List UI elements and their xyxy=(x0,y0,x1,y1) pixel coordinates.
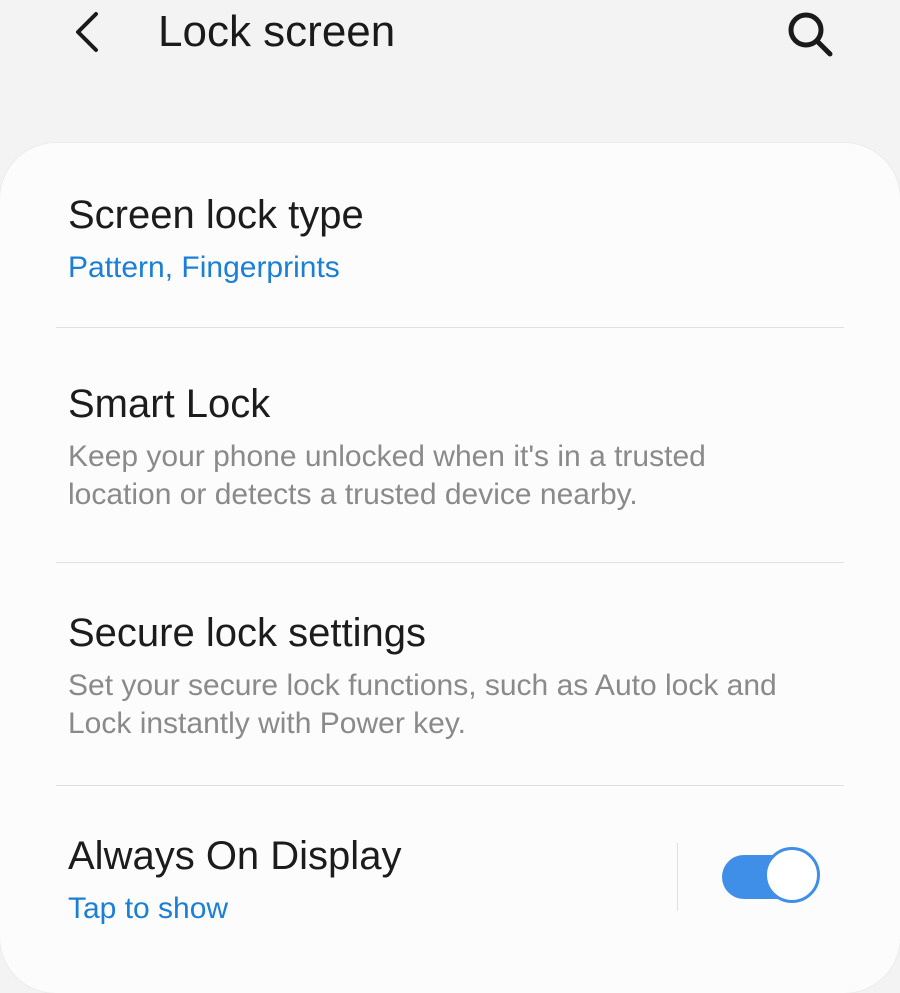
setting-title: Smart Lock xyxy=(68,382,271,426)
search-button[interactable] xyxy=(782,6,838,62)
back-button[interactable] xyxy=(62,6,114,58)
setting-summary: Tap to show xyxy=(68,892,229,925)
setting-title: Always On Display xyxy=(68,834,402,878)
setting-summary: Keep your phone unlocked when it's in a … xyxy=(68,440,706,511)
setting-always-on-display[interactable]: Always On Display Tap to show xyxy=(0,786,900,993)
search-icon xyxy=(788,12,833,57)
page-title: Lock screen xyxy=(158,7,396,56)
app-bar: Lock screen xyxy=(0,0,900,110)
setting-title: Secure lock settings xyxy=(68,611,426,655)
setting-title: Screen lock type xyxy=(68,193,364,237)
toggle-thumb xyxy=(764,847,820,903)
always-on-display-toggle[interactable] xyxy=(722,847,824,905)
vertical-separator xyxy=(677,843,678,911)
settings-card: Screen lock type Pattern, Fingerprints S… xyxy=(0,143,900,993)
setting-smart-lock[interactable]: Smart Lock Keep your phone unlocked when… xyxy=(0,328,900,562)
setting-secure-lock-settings[interactable]: Secure lock settings Set your secure loc… xyxy=(0,563,900,785)
chevron-left-icon xyxy=(76,12,98,52)
setting-summary: Pattern, Fingerprints xyxy=(68,251,340,284)
setting-summary: Set your secure lock functions, such as … xyxy=(68,669,777,740)
setting-screen-lock-type[interactable]: Screen lock type Pattern, Fingerprints xyxy=(0,143,900,328)
